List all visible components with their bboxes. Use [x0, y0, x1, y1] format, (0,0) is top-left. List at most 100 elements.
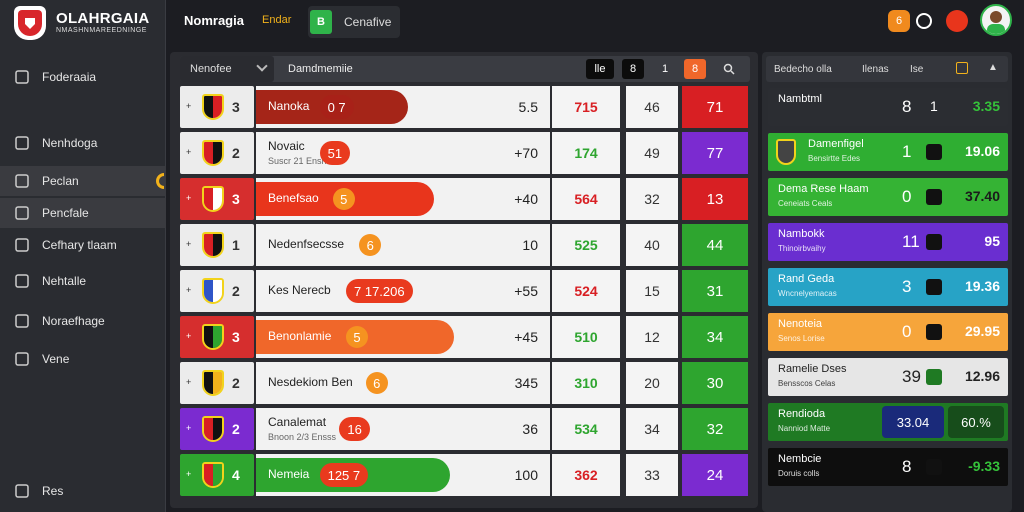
score-cell: 77 [682, 132, 748, 174]
search-icon[interactable] [720, 59, 738, 79]
expand-icon[interactable]: + [186, 147, 191, 157]
table-row[interactable]: + 3 Benonlamie 5 +45 510 12 34 [180, 316, 750, 358]
fixture-row[interactable]: Dema Rese Haam Ceneiats Ceals 0 37.40 [768, 178, 1008, 216]
brand-logo[interactable] [14, 6, 46, 40]
active-indicator [156, 173, 164, 189]
stat-cell: 525 [552, 224, 620, 266]
sidebar-item-1[interactable]: Foderaaia [0, 62, 166, 92]
filter-button-1[interactable]: lle [586, 59, 614, 79]
form-badge: 5 [346, 326, 368, 348]
team-cell: + 4 [180, 454, 254, 496]
score-cell: 71 [682, 86, 748, 128]
filter-button-2[interactable]: 8 [622, 59, 644, 79]
sidebar-item-6[interactable]: Nehtalle [0, 266, 166, 296]
expand-icon[interactable]: + [186, 285, 191, 295]
sidebar-item-label: Res [42, 484, 64, 498]
page-title: Nomragia [184, 13, 244, 28]
fixtures-header-title: Bedecho olla [774, 64, 832, 75]
fixture-row[interactable]: Nenoteia Senos Lorise 0 29.95 [768, 313, 1008, 351]
fixture-row[interactable]: Damenfigel Bensirtte Edes 1 19.06 [768, 133, 1008, 171]
table-row[interactable]: + 2 Canalemat Bnoon 2/3 Ensss 16 36 534 … [180, 408, 750, 450]
stat-cell: 510 [552, 316, 620, 358]
table-row[interactable]: + 2 Novaic Suscr 21 Ensns 51 +70 174 49 … [180, 132, 750, 174]
filter-button-4[interactable]: 8 [684, 59, 706, 79]
sidebar-item-5[interactable]: Cefhary tlaam [0, 230, 166, 260]
search-icon[interactable] [916, 13, 932, 29]
fixture-row[interactable]: Nembcie Doruis colls 8 -9.33 [768, 448, 1008, 486]
badge-icon [926, 369, 942, 385]
team-info-cell: Benefsao 5 +40 [256, 178, 550, 220]
team-position: 3 [232, 191, 240, 207]
alert-icon[interactable] [946, 10, 968, 32]
chevron-up-icon[interactable]: ▲ [988, 62, 998, 73]
grid-icon [14, 313, 30, 329]
table-row[interactable]: + 1 Nedenfsecsse 6 10 525 40 44 [180, 224, 750, 266]
info-icon [14, 273, 30, 289]
points-value: +55 [514, 283, 538, 299]
team-crest-icon [202, 278, 224, 304]
fixture-odds: 37.40 [964, 188, 1000, 204]
fixture-row[interactable]: Ramelie Dses Bensscos Celas 39 12.96 [768, 358, 1008, 396]
expand-icon[interactable]: + [186, 101, 191, 111]
expand-icon[interactable]: + [186, 331, 191, 341]
table-row[interactable]: + 3 Benefsao 5 +40 564 32 13 [180, 178, 750, 220]
points-value: 5.5 [518, 99, 538, 115]
team-info-cell: Nemeia 125 7 100 [256, 454, 550, 496]
form-badge: 6 [365, 372, 388, 394]
filter-button-3[interactable]: 1 [654, 59, 676, 79]
expand-icon[interactable]: + [186, 239, 191, 249]
fixture-row[interactable]: Rendioda Nanniod Matte 33.04 60.% [768, 403, 1008, 441]
sidebar-item-8[interactable]: Vene [0, 344, 166, 374]
played-cell: 40 [626, 224, 678, 266]
stat-cell: 362 [552, 454, 620, 496]
fixture-row[interactable]: Nambtml 8 1 3.35 [768, 88, 1008, 126]
team-crest-icon [202, 186, 224, 212]
fixture-name: Nambtml [778, 93, 823, 105]
fixture-score: 39 [902, 367, 921, 386]
team-position: 3 [232, 99, 240, 115]
competition-chip[interactable]: B Cenafive [308, 6, 400, 38]
standings-header: Nenofee Damdmemiie lle 8 1 8 [180, 56, 750, 82]
expand-icon[interactable]: + [186, 193, 191, 203]
fixture-score: 8 [902, 457, 912, 476]
brand-name: OLAHRGAIA [56, 10, 150, 27]
fixture-score: 0 [902, 322, 912, 341]
team-name: Benonlamie [268, 329, 332, 343]
calendar-icon[interactable] [956, 62, 968, 74]
sidebar-item-3[interactable]: Peclan [0, 166, 166, 196]
fixture-odds: -9.33 [968, 458, 1000, 474]
expand-icon[interactable]: + [186, 469, 191, 479]
team-crest-icon [202, 462, 224, 488]
team-crest-icon [202, 94, 224, 120]
season-select[interactable]: Nenofee [180, 56, 274, 82]
fixture-sub: Bensirtte Edes [808, 154, 861, 163]
sidebar-item-7[interactable]: Noraefhage [0, 306, 166, 336]
fixture-row[interactable]: Nambokk Thinoirbvaihy 11 95 [768, 223, 1008, 261]
fixture-sub: Wncnelyemacas [778, 289, 837, 298]
fixture-score: 3 [902, 277, 912, 296]
fixture-odds: 60.% [948, 406, 1004, 438]
fixture-score: 8 [902, 97, 912, 116]
team-position: 2 [232, 283, 240, 299]
table-row[interactable]: + 2 Nesdekiom Ben 6 345 310 20 30 [180, 362, 750, 404]
team-cell: + 3 [180, 178, 254, 220]
table-row[interactable]: + 4 Nemeia 125 7 100 362 33 24 [180, 454, 750, 496]
sidebar-item-4[interactable]: Pencfale [0, 198, 166, 228]
notification-icon[interactable]: 6 [888, 10, 910, 32]
fixture-name: Damenfigel [808, 138, 864, 150]
avatar[interactable] [980, 4, 1012, 36]
expand-icon[interactable]: + [186, 423, 191, 433]
fixture-row[interactable]: Rand Geda Wncnelyemacas 3 19.36 [768, 268, 1008, 306]
expand-icon[interactable]: + [186, 377, 191, 387]
badge-icon [926, 189, 942, 205]
table-row[interactable]: + 2 Kes Nerecb 7 17.206 +55 524 15 31 [180, 270, 750, 312]
sidebar-item-2[interactable]: Nenhdoga [0, 128, 166, 158]
team-crest-icon [202, 416, 224, 442]
team-crest-icon [202, 232, 224, 258]
team-info-cell: Nesdekiom Ben 6 345 [256, 362, 550, 404]
sidebar-item-9[interactable]: Res [0, 476, 166, 506]
table-row[interactable]: + 3 Nanoka 0 7 5.5 715 46 71 [180, 86, 750, 128]
team-cell: + 1 [180, 224, 254, 266]
played-cell: 32 [626, 178, 678, 220]
sidebar-item-label: Nenhdoga [42, 136, 98, 150]
